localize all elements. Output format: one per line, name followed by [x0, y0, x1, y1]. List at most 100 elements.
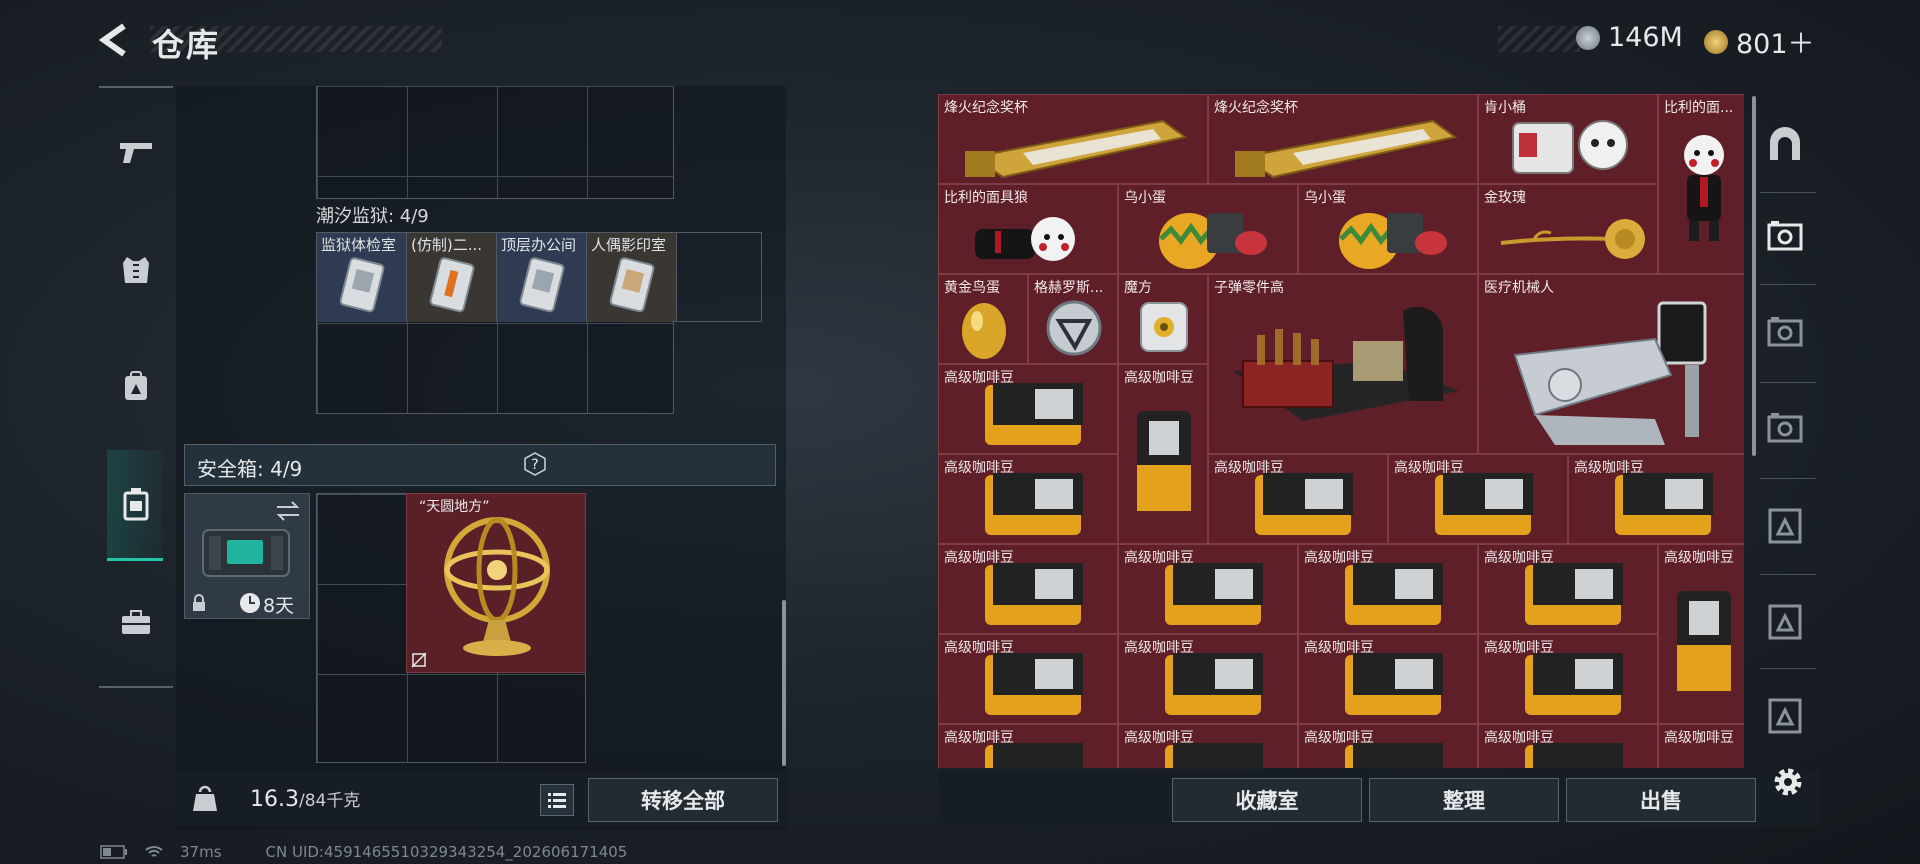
coffee-item[interactable]: 高级咖啡豆 [1568, 454, 1744, 544]
stash-page-icon [1768, 508, 1802, 544]
medical-robot-item[interactable]: 医疗机械人 [1478, 274, 1744, 454]
egg-toy-item-2[interactable]: 乌小蛋 [1298, 184, 1478, 274]
billy-mask-item[interactable]: 比利的面... [1658, 94, 1744, 274]
coffee-item[interactable]: 高级咖啡豆 [1298, 724, 1478, 768]
golden-egg-item[interactable]: 黄金鸟蛋 [938, 274, 1028, 364]
key-card-4-label: 人偶影印室 [591, 236, 667, 254]
stash-tab-all[interactable] [1748, 114, 1822, 174]
transfer-all-button[interactable]: 转移全部 [588, 778, 778, 822]
stash-tab-3[interactable] [1748, 398, 1822, 458]
coffee-item[interactable]: 高级咖啡豆 [938, 364, 1118, 454]
puppet-figure-icon [1684, 135, 1724, 241]
currency-silver[interactable]: 146M [1576, 22, 1683, 53]
trophy-item-2[interactable]: 烽火纪念奖杯 [1208, 94, 1478, 184]
gold-rose-item[interactable]: 金玫瑰 [1478, 184, 1658, 274]
coffee-item[interactable]: 高级咖啡豆 [1118, 634, 1298, 724]
coffee-bag-icon [1525, 563, 1623, 625]
swap-icon[interactable] [275, 500, 301, 522]
nav-toolbox[interactable] [116, 602, 156, 642]
coffee-bag-icon [1165, 743, 1263, 768]
coffee-item[interactable]: 高级咖啡豆 [938, 454, 1118, 544]
billy-wolf-item[interactable]: 比利的面具狼 [938, 184, 1118, 274]
stash-tab-1[interactable] [1748, 206, 1822, 266]
nav-armor[interactable] [116, 250, 156, 290]
coffee-item[interactable]: 高级咖啡豆 [1478, 724, 1658, 768]
secure-case-slot[interactable]: 8天 [184, 493, 310, 619]
coffee-item[interactable]: 高级咖啡豆 [1478, 544, 1658, 634]
trophy-item-1[interactable]: 烽火纪念奖杯 [938, 94, 1208, 184]
stash-tab-2[interactable] [1748, 302, 1822, 362]
nav-weapons[interactable] [116, 132, 156, 172]
left-scrollbar[interactable] [782, 600, 786, 766]
coffee-item[interactable]: 高级咖啡豆 [1478, 634, 1658, 724]
gold-coin-icon [1704, 29, 1728, 54]
armillary-sphere-item[interactable]: “天圆地方” [406, 493, 586, 673]
safebox-icon [123, 488, 149, 521]
list-view-button[interactable] [540, 784, 574, 816]
coffee-item[interactable]: 高级咖啡豆 [1118, 544, 1298, 634]
prison-keys-overflow-slot[interactable] [672, 232, 762, 322]
clock-icon [240, 593, 260, 613]
key-card-3-label: 顶层办公间 [501, 236, 577, 254]
back-button[interactable] [96, 20, 136, 60]
keycard-icon [339, 257, 385, 313]
chevron-left-icon [98, 23, 126, 57]
cube-item[interactable]: 魔方 [1118, 274, 1208, 364]
stash-tab-4[interactable] [1748, 496, 1822, 556]
coffee-item[interactable]: 高级咖啡豆 [1388, 454, 1568, 544]
page-title: 仓库 [152, 26, 221, 64]
sell-button[interactable]: 出售 [1566, 778, 1756, 822]
coffee-item[interactable]: 高级咖啡豆 [938, 724, 1118, 768]
gold-rose-icon [1500, 219, 1645, 259]
coffee-item[interactable]: 高级咖啡豆 [1298, 634, 1478, 724]
key-card-1[interactable]: 监狱体检室 [317, 233, 407, 322]
stash-tab-divider [1760, 478, 1816, 479]
coffee-bag-icon [1165, 563, 1263, 625]
stash-tab-6[interactable] [1748, 686, 1822, 746]
vest-icon [123, 257, 149, 283]
coffee-item-tall[interactable]: 高级咖啡豆 [1118, 364, 1208, 544]
bucket-item[interactable]: 肯小桶 [1478, 94, 1658, 184]
coffee-bag-icon [1615, 473, 1713, 535]
stash-tab-5[interactable] [1748, 592, 1822, 652]
coffee-item[interactable]: 高级咖啡豆 [938, 634, 1118, 724]
key-card-2[interactable]: (仿制)二... [407, 233, 497, 322]
cube-icon [1140, 302, 1188, 352]
currency-gold[interactable]: 801＋ [1704, 22, 1815, 61]
collection-room-button[interactable]: 收藏室 [1172, 778, 1362, 822]
coffee-item[interactable]: 高级咖啡豆 [1118, 724, 1298, 768]
billy-wolf-item-label: 比利的面具狼 [944, 190, 1028, 206]
gear-icon [1774, 768, 1802, 796]
nav-backpack[interactable] [116, 366, 156, 406]
coffee-item[interactable]: 高级咖啡豆 [1658, 724, 1744, 768]
nav-safebox[interactable] [116, 484, 156, 524]
nav-divider-bottom [99, 686, 173, 688]
coffee-bag-icon [1525, 653, 1623, 715]
ping-value: 37ms [180, 843, 222, 861]
wifi-icon [145, 846, 163, 857]
coffee-item[interactable]: 高级咖啡豆 [938, 544, 1118, 634]
currency-decoration [1498, 26, 1580, 52]
egg-toy-item-1[interactable]: 乌小蛋 [1118, 184, 1298, 274]
prison-keys-grid[interactable]: 监狱体检室 (仿制)二... 顶层办公间 人偶影印室 [316, 232, 677, 414]
secure-case-icon [202, 529, 290, 577]
stash-grid[interactable]: 烽火纪念奖杯 烽火纪念奖杯 肯小桶 比利的面... 比利的面具狼 乌小蛋 乌小蛋… [938, 94, 1744, 768]
coffee-bag-icon [1255, 473, 1353, 535]
emblem-item[interactable]: 格赫罗斯... [1028, 274, 1118, 364]
settings-button[interactable] [1768, 762, 1808, 802]
coffee-item-tall[interactable]: 高级咖啡豆 [1658, 544, 1744, 724]
coffee-item[interactable]: 高级咖啡豆 [1208, 454, 1388, 544]
organize-button[interactable]: 整理 [1369, 778, 1559, 822]
emblem-icon [1046, 300, 1102, 356]
keycard-icon [609, 257, 655, 313]
arch-icon [1770, 127, 1800, 160]
stash-tab-divider [1760, 284, 1816, 285]
help-icon[interactable]: ? [523, 452, 547, 476]
coffee-item-label: 高级咖啡豆 [1664, 730, 1734, 746]
coffee-bag-icon [985, 653, 1083, 715]
coffee-item[interactable]: 高级咖啡豆 [1298, 544, 1478, 634]
key-card-3[interactable]: 顶层办公间 [497, 233, 587, 322]
container-grid-top[interactable] [316, 86, 674, 199]
ammo-parts-item[interactable]: 子弹零件高 [1208, 274, 1478, 454]
key-card-4[interactable]: 人偶影印室 [587, 233, 677, 322]
